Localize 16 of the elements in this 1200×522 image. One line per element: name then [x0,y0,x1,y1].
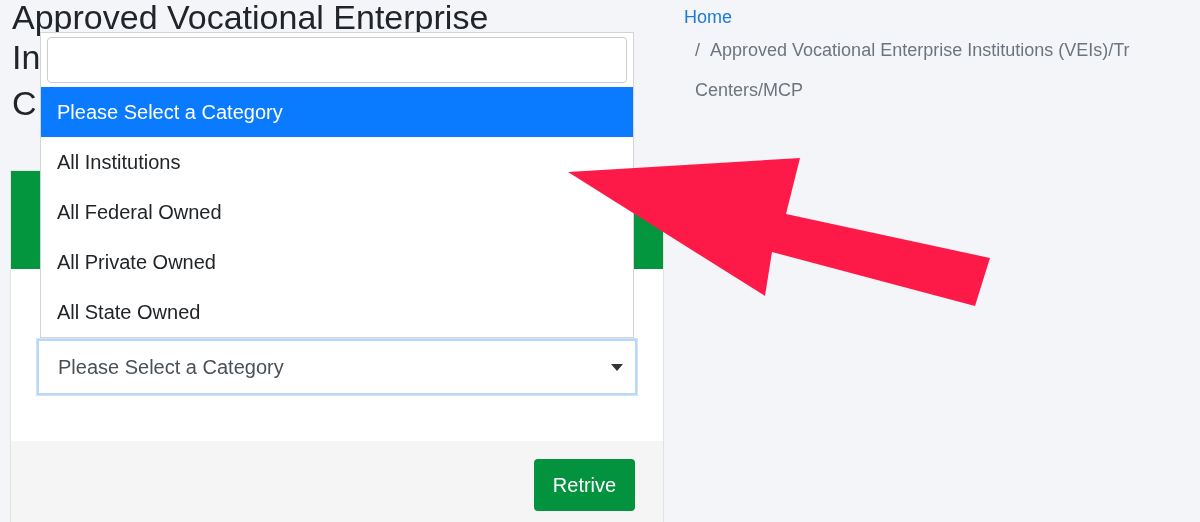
page-title: C [12,83,37,124]
dropdown-option[interactable]: All Private Owned [57,237,216,287]
retrieve-button[interactable]: Retrive [534,459,635,511]
page-title: In [12,37,41,78]
breadcrumb-item: Approved Vocational Enterprise Institutions (VEIs)/Tr [710,40,1130,60]
breadcrumb-separator: / [695,40,700,60]
breadcrumb-item: Centers/MCP [695,80,804,100]
dropdown-option[interactable]: All Institutions [57,137,181,187]
dropdown-option[interactable]: Please Select a Category [41,87,633,137]
page-title: Approved Vocational Enterprise [12,0,489,34]
category-select[interactable]: Please Select a Category [37,339,637,395]
home-link[interactable]: Home [684,7,732,27]
caret-icon [611,363,623,371]
dropdown-option[interactable]: All State Owned [57,287,201,337]
search-field[interactable] [47,37,627,83]
dropdown-option[interactable]: All Federal Owned [57,187,222,237]
